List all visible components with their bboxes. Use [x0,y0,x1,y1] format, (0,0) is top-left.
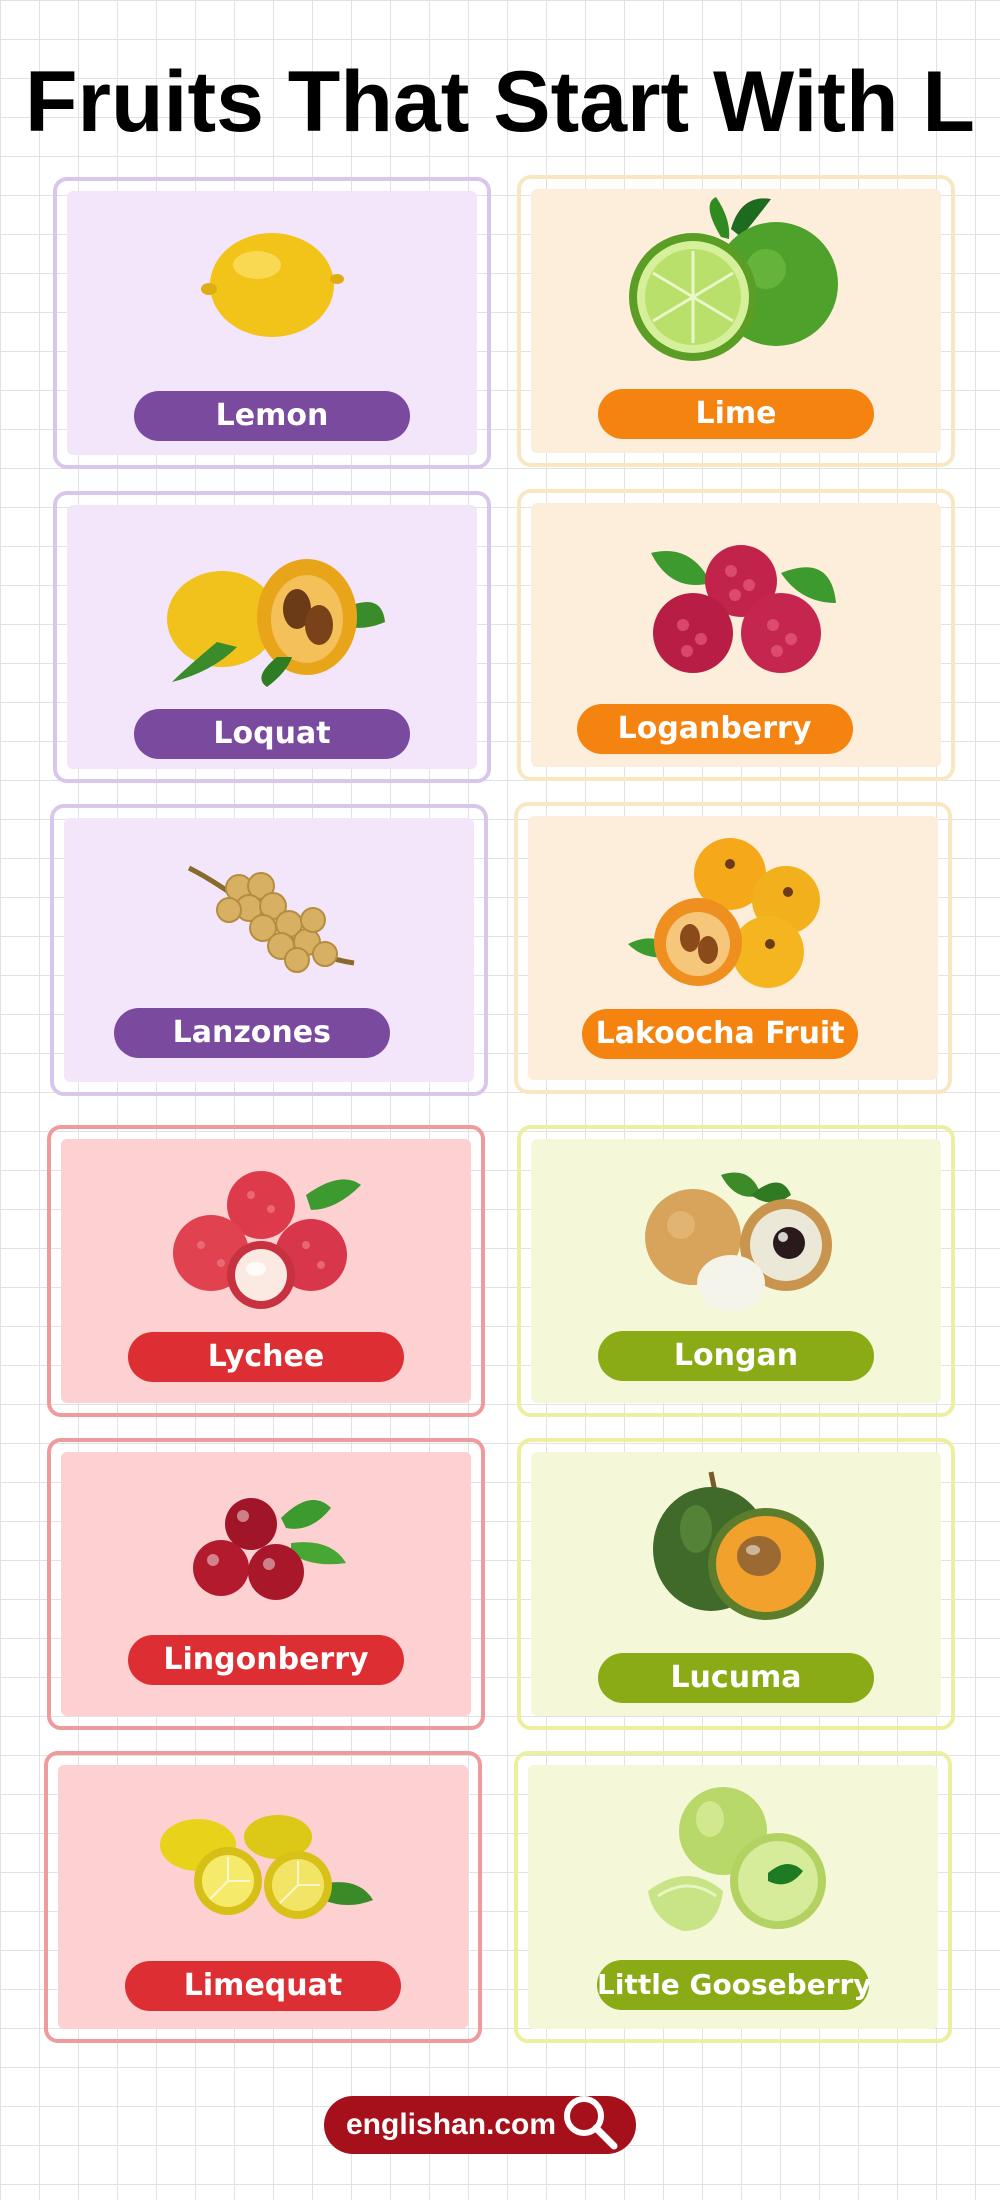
fruit-label: Limequat [125,1961,401,2011]
fruit-label: Lucuma [598,1653,874,1703]
site-name: englishan.com [346,2108,557,2141]
lingonberry-icon [193,1498,346,1600]
fruit-label: Lemon [134,391,410,441]
fruit-label: Lanzones [113,1008,390,1058]
card-longan: Longan [517,1125,955,1417]
fruit-label: Longan [598,1331,874,1381]
card-lakoocha-fruit: Lakoocha Fruit [514,802,952,1094]
card-loganberry: Loganberry [517,489,955,781]
card-lychee: Lychee [47,1125,485,1417]
loquat-icon [167,559,385,687]
card-lucuma: Lucuma [517,1438,955,1730]
limequat-icon [160,1815,373,1919]
lime-icon [629,197,838,361]
card-loquat: Loquat [53,491,491,783]
fruit-label: Little Gooseberry [597,1960,872,2010]
longan-icon [645,1172,832,1311]
card-limequat: Limequat [44,1751,482,2043]
fruit-label: Loquat [134,709,410,759]
page-title: Fruits That Start With L [25,54,975,150]
fruit-label: Lakoocha Fruit [582,1009,859,1059]
fruit-label: Lychee [128,1332,404,1382]
card-lingonberry: Lingonberry [47,1438,485,1730]
gooseberry-icon [648,1787,826,1931]
fruit-label: Lingonberry [128,1635,404,1685]
lakoocha-icon [628,838,820,988]
lemon-icon [201,233,344,337]
magnifier-icon [564,2096,618,2150]
lucuma-icon [653,1471,824,1620]
loganberry-icon [651,545,836,673]
lanzones-icon [187,865,355,973]
fruit-label: Loganberry [576,704,853,754]
card-lemon: Lemon [53,177,491,469]
lychee-icon [173,1171,361,1309]
card-little-gooseberry: Little Gooseberry [514,1751,952,2043]
footer-badge[interactable]: englishan.com [324,2096,636,2154]
fruit-label: Lime [598,389,874,439]
card-lanzones: Lanzones [50,804,488,1096]
card-lime: Lime [517,175,955,467]
